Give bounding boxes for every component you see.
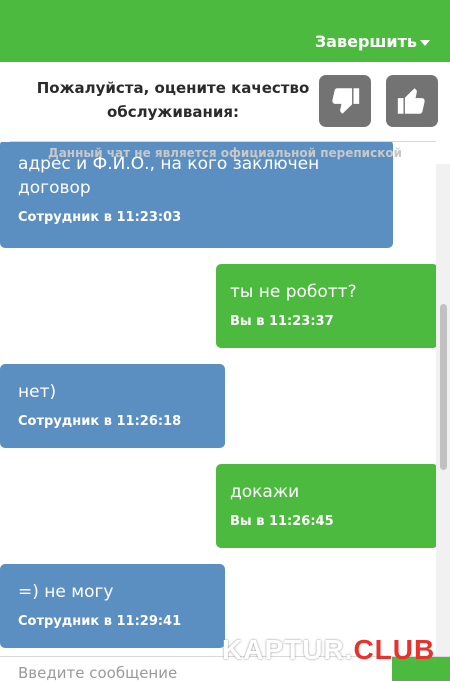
message-text: ты не роботт? [230, 282, 357, 302]
chat-scrollbar[interactable] [436, 164, 450, 656]
message-meta: Сотрудник в 11:29:41 [18, 614, 182, 629]
chat-header: Завершить [0, 0, 450, 62]
finish-chat-button[interactable]: Завершить [315, 32, 430, 51]
scrollbar-thumb[interactable] [440, 304, 447, 470]
chevron-down-icon [420, 39, 430, 46]
watermark-part1: KAPTUR. [222, 634, 354, 665]
chat-log[interactable]: адрес и Ф.И.О., на кого заключен договор… [0, 142, 450, 656]
thumbs-up-icon [397, 88, 425, 114]
message-text: =) не могу [18, 582, 114, 602]
message-meta: Сотрудник в 11:23:03 [18, 210, 182, 225]
message-meta: Вы в 11:26:45 [230, 514, 334, 529]
message-meta: Вы в 11:23:37 [230, 314, 334, 329]
message-operator: нет) Сотрудник в 11:26:18 [0, 364, 225, 448]
message-operator: =) не могу Сотрудник в 11:29:41 [0, 564, 225, 648]
message-text: нет) [18, 382, 57, 402]
thumbs-up-button[interactable] [386, 75, 438, 127]
watermark-part2: CLUB [353, 634, 436, 665]
thumbs-down-icon [332, 88, 360, 114]
disclaimer-text: Данный чат не является официальной переп… [48, 146, 402, 160]
finish-chat-label: Завершить [314, 32, 417, 51]
rating-prompt: Пожалуйста, оцените качество обслуживани… [36, 79, 310, 121]
message-text: докажи [230, 482, 300, 502]
thumbs-down-button[interactable] [319, 75, 371, 127]
message-user: докажи Вы в 11:26:45 [216, 464, 438, 548]
message-meta: Сотрудник в 11:26:18 [18, 414, 182, 429]
message-user: ты не роботт? Вы в 11:23:37 [216, 264, 438, 348]
site-watermark: KAPTUR.CLUB [222, 634, 435, 666]
rating-panel: Пожалуйста, оцените качество обслуживани… [0, 62, 450, 142]
